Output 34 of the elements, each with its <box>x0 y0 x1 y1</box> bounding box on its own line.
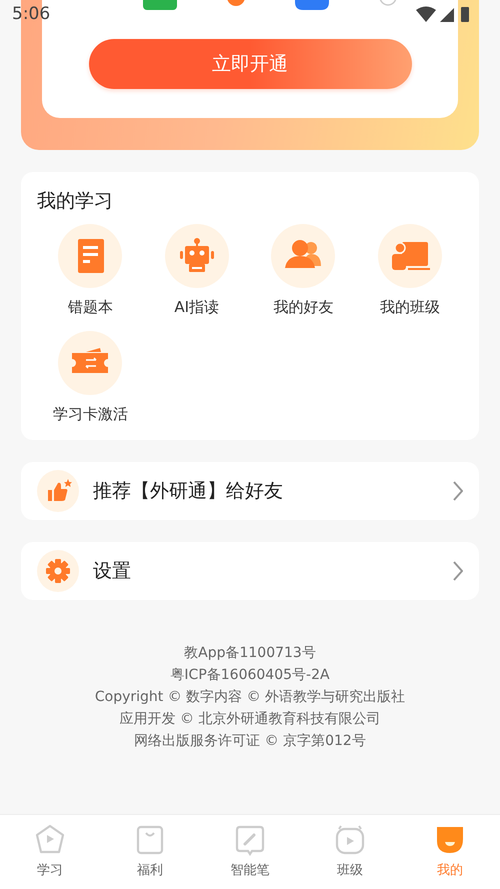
section-title: 我的学习 <box>37 189 114 214</box>
footer-text: 应用开发 © 北京外研通教育科技有限公司 <box>120 710 380 728</box>
settings-icon <box>37 550 79 592</box>
menu-row[interactable]: 推荐【外研通】给好友 <box>21 462 479 520</box>
status-icons <box>416 5 470 23</box>
chevron-right-icon <box>453 481 463 501</box>
tab-item[interactable]: 班级 <box>300 815 400 889</box>
class-tab-icon <box>333 823 367 857</box>
friends-icon[interactable] <box>271 224 336 288</box>
footer-text: Copyright © 数字内容 © 外语教学与研究出版社 <box>94 688 406 706</box>
footer-text: 网络出版服务许可证 © 京字第012号 <box>134 732 366 750</box>
notebook-icon[interactable] <box>58 224 122 288</box>
chevron-right-icon <box>453 561 463 581</box>
feature-label: 我的班级 <box>380 298 440 317</box>
footer-text: 教App备1100713号 <box>184 644 316 662</box>
class-icon[interactable] <box>378 224 442 288</box>
menu-label: 推荐【外研通】给好友 <box>93 479 284 504</box>
activate-button[interactable]: 立即开通 <box>88 39 412 89</box>
pen-tab-icon <box>233 823 267 857</box>
menu-label: 设置 <box>93 559 132 584</box>
cloud-app-icon <box>295 0 329 10</box>
feature-label: 错题本 <box>68 298 113 317</box>
tab-item[interactable]: 学习 <box>0 815 100 889</box>
robot-icon[interactable] <box>164 224 229 288</box>
feature-label: 我的好友 <box>273 298 334 317</box>
ticket-icon[interactable] <box>58 331 122 395</box>
feature-label: 学习卡激活 <box>52 405 128 424</box>
tab-item[interactable]: 福利 <box>100 815 200 889</box>
chat-app-icon <box>143 0 177 10</box>
thumbs-up-icon <box>37 470 79 512</box>
footer-text: 粤ICP备16060405号-2A <box>170 666 330 684</box>
menu-row[interactable]: 设置 <box>21 542 479 600</box>
tab-item[interactable]: 智能笔 <box>200 815 300 889</box>
feature-label: AI指读 <box>174 298 220 317</box>
